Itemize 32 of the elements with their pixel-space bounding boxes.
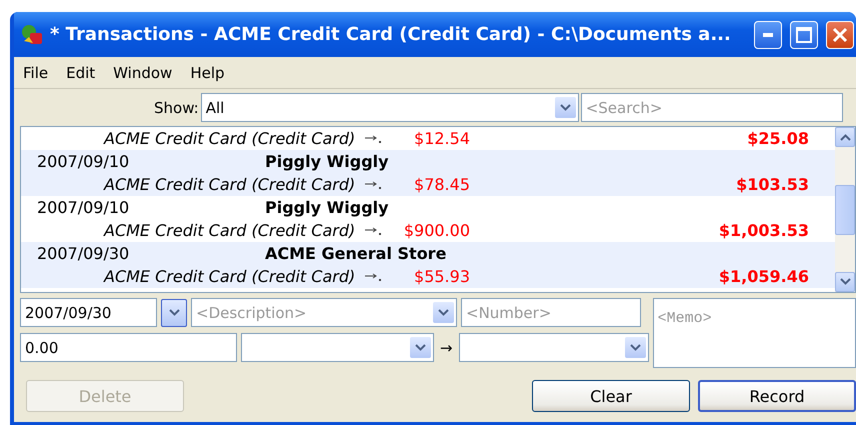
window-title: * Transactions - ACME Credit Card (Credit Card) - C:\Documents a... xyxy=(50,24,732,45)
account-text: ACME Credit Card (Credit Card) xyxy=(104,267,356,286)
menu-item[interactable]: Window xyxy=(104,64,182,82)
amount-text: $900.00 xyxy=(402,221,471,240)
menu-item[interactable]: Help xyxy=(181,64,234,82)
action-button[interactable]: Clear xyxy=(532,380,690,412)
account-text: ACME Credit Card (Credit Card) xyxy=(104,221,356,240)
transaction-row[interactable]: 2007/09/30 ACME General Store ACME Credit Card (Credit Card) $55.93 $1,059.46 xyxy=(21,242,835,288)
transfer-arrow: → xyxy=(439,338,454,356)
description-text: Piggly Wiggly xyxy=(265,198,390,217)
show-label: Show: xyxy=(154,98,199,116)
amount-field[interactable]: 0.00 xyxy=(20,333,237,362)
transaction-row[interactable]: 2007/09/10 Piggly Wiggly ACME Credit Card (Credit Card) $78.45 $103.53 xyxy=(21,150,835,196)
balance-text: $25.08 xyxy=(746,129,810,148)
date-text: 2007/09/10 xyxy=(37,152,130,171)
balance-text: $103.53 xyxy=(735,175,810,194)
account-text: ACME Credit Card (Credit Card) xyxy=(104,129,356,148)
amount-text: $12.54 xyxy=(413,129,471,148)
description-text: ACME General Store xyxy=(265,244,448,263)
balance-text: $1,003.53 xyxy=(718,221,810,240)
description-text: Piggly Wiggly xyxy=(265,152,390,171)
date-text: 2007/09/30 xyxy=(37,244,130,263)
show-dropdown[interactable]: All xyxy=(200,93,579,122)
menu-item[interactable]: Edit xyxy=(57,64,104,82)
account-text: ACME Credit Card (Credit Card) xyxy=(104,175,356,194)
date-text: 2007/09/10 xyxy=(37,198,130,217)
balance-text: $1,059.46 xyxy=(718,267,810,286)
action-button[interactable]: Record xyxy=(698,380,856,412)
date-field[interactable]: 2007/09/30 xyxy=(20,298,157,327)
amount-text: $78.45 xyxy=(413,175,471,194)
amount-text: $55.93 xyxy=(413,267,471,286)
menu-item[interactable]: File xyxy=(14,64,58,82)
